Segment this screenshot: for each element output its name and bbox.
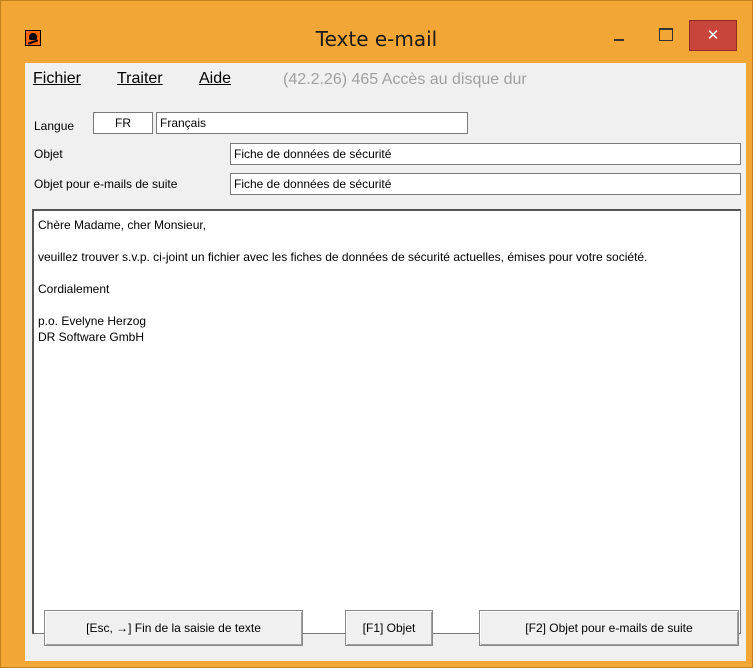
email-closing: Cordialement [38,282,110,296]
email-paragraph: veuillez trouver s.v.p. ci-joint un fich… [38,250,648,264]
menu-bar: Fichier Traiter Aide (42.2.26) 465 Accès… [25,63,746,96]
subject-button[interactable]: [F1] Objet [345,610,433,646]
end-text-input-button[interactable]: [Esc, →] Fin de la saisie de texte [44,610,303,646]
menu-aide[interactable]: Aide [199,70,231,88]
language-label: Langue [34,119,75,133]
email-greeting: Chère Madame, cher Monsieur, [38,218,207,232]
client-area: Langue FR Français Objet Fiche de donnée… [25,96,746,661]
menu-fichier-label: Fichier [33,70,82,87]
subject-label: Objet [34,147,63,161]
email-signature-name: p.o. Evelyne Herzog [38,314,147,328]
close-button[interactable] [689,20,737,51]
menu-status-text: (42.2.26) 465 Accès au disque dur [283,71,527,88]
menu-traiter-label: Traiter [117,70,163,87]
title-bar[interactable]: Texte e-mail [1,1,752,61]
menu-traiter[interactable]: Traiter [117,70,163,88]
followup-subject-label: Objet pour e-mails de suite [34,177,178,191]
language-name-field[interactable]: Français [156,112,468,134]
email-signature-company: DR Software GmbH [38,330,145,344]
maximize-button[interactable] [643,20,689,51]
minimize-button[interactable] [597,20,643,51]
subject-field[interactable]: Fiche de données de sécurité [230,143,741,165]
followup-subject-button[interactable]: [F2] Objet pour e-mails de suite [479,610,739,646]
menu-aide-label: Aide [199,70,232,87]
language-code-field[interactable]: FR [93,112,153,134]
email-body-textarea[interactable]: Chère Madame, cher Monsieur, veuillez tr… [32,209,741,634]
texte-email-window: Texte e-mail Fichier Traiter Aide (42.2.… [0,0,753,668]
menu-fichier[interactable]: Fichier [33,70,81,88]
followup-subject-field[interactable]: Fiche de données de sécurité [230,173,741,195]
